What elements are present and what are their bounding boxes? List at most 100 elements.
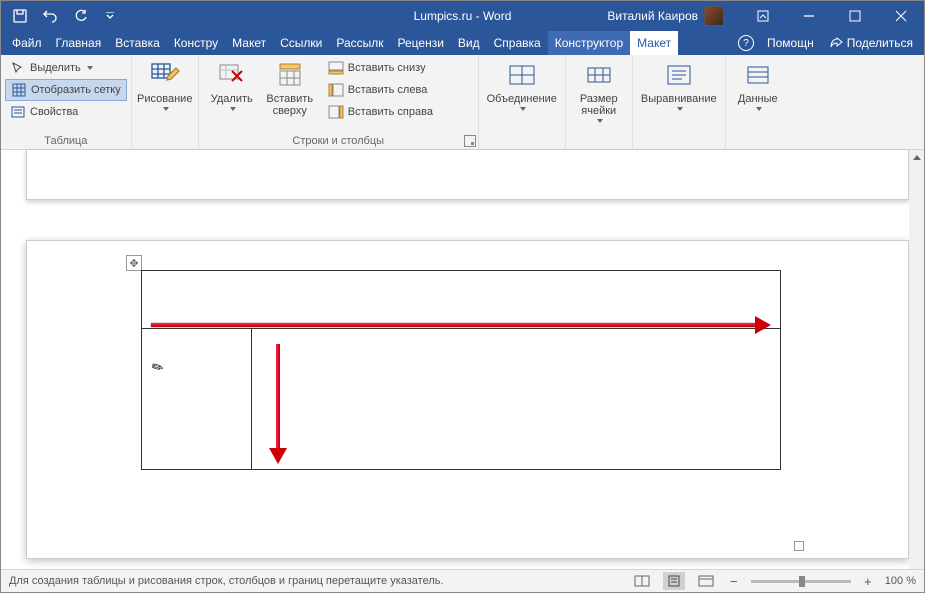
tab-view[interactable]: Вид bbox=[451, 31, 487, 55]
qat-customize[interactable] bbox=[97, 2, 123, 30]
grid-icon bbox=[11, 82, 27, 98]
group-cell-size: Размер ячейки bbox=[566, 55, 633, 149]
ribbon-options-button[interactable] bbox=[740, 1, 786, 31]
alignment-icon bbox=[663, 59, 695, 91]
annotation-arrow-vertical bbox=[273, 344, 283, 464]
merge-button[interactable]: Объединение bbox=[483, 57, 561, 113]
status-bar: Для создания таблицы и рисования строк, … bbox=[1, 569, 924, 592]
properties-icon bbox=[10, 104, 26, 120]
tab-home[interactable]: Главная bbox=[49, 31, 109, 55]
cell-size-label: Размер ячейки bbox=[570, 93, 628, 117]
merge-label: Объединение bbox=[487, 93, 557, 105]
tab-mailings[interactable]: Рассылк bbox=[329, 31, 390, 55]
insert-above-button[interactable]: Вставить сверху bbox=[261, 57, 319, 119]
dialog-launcher-icon[interactable] bbox=[464, 135, 476, 147]
maximize-button[interactable] bbox=[832, 1, 878, 31]
tab-table-design[interactable]: Конструктор bbox=[548, 31, 630, 55]
window-title: Lumpics.ru - Word bbox=[414, 9, 512, 23]
chevron-down-icon bbox=[87, 66, 93, 70]
alignment-button[interactable]: Выравнивание bbox=[637, 57, 721, 113]
table-row[interactable]: ✎ bbox=[142, 329, 780, 469]
chevron-down-icon bbox=[230, 107, 236, 111]
table-cell[interactable] bbox=[252, 329, 780, 469]
group-data: Данные bbox=[726, 55, 790, 149]
tab-layout[interactable]: Макет bbox=[225, 31, 273, 55]
insert-below-button[interactable]: Вставить снизу bbox=[323, 57, 438, 79]
window-controls bbox=[740, 1, 924, 31]
insert-left-label: Вставить слева bbox=[348, 84, 428, 96]
group-table: Выделить Отобразить сетку Свойства Табли… bbox=[1, 55, 132, 149]
page-prev bbox=[26, 150, 909, 200]
chevron-down-icon bbox=[677, 107, 683, 111]
vertical-scrollbar[interactable] bbox=[909, 150, 924, 569]
alignment-label: Выравнивание bbox=[641, 93, 717, 105]
draw-table-button[interactable]: Рисование bbox=[136, 57, 194, 113]
insert-below-icon bbox=[328, 60, 344, 76]
select-button[interactable]: Выделить bbox=[5, 57, 127, 79]
draw-table-icon bbox=[149, 59, 181, 91]
undo-button[interactable] bbox=[37, 2, 63, 30]
document-area: ✥ ✎ bbox=[1, 150, 924, 569]
tab-references[interactable]: Ссылки bbox=[273, 31, 329, 55]
tell-me-icon[interactable]: ? bbox=[738, 35, 754, 51]
quick-access-toolbar bbox=[1, 2, 129, 30]
document-table[interactable]: ✎ bbox=[141, 270, 781, 470]
share-button[interactable]: Поделиться bbox=[823, 36, 920, 50]
group-rows-columns: Удалить Вставить сверху Вставить снизу В… bbox=[199, 55, 479, 149]
tell-me[interactable]: Помощн bbox=[760, 36, 821, 50]
tab-design[interactable]: Констру bbox=[167, 31, 225, 55]
merge-icon bbox=[506, 59, 538, 91]
data-button[interactable]: Данные bbox=[730, 57, 786, 113]
ribbon-tabs: Файл Главная Вставка Констру Макет Ссылк… bbox=[1, 31, 924, 55]
pencil-cursor-icon: ✎ bbox=[149, 357, 168, 378]
tab-help[interactable]: Справка bbox=[487, 31, 548, 55]
insert-right-icon bbox=[328, 104, 344, 120]
print-layout-button[interactable] bbox=[663, 572, 685, 590]
close-button[interactable] bbox=[878, 1, 924, 31]
read-mode-button[interactable] bbox=[631, 572, 653, 590]
ribbon: Выделить Отобразить сетку Свойства Табли… bbox=[1, 55, 924, 150]
insert-left-button[interactable]: Вставить слева bbox=[323, 79, 438, 101]
table-resize-handle[interactable] bbox=[794, 541, 804, 551]
insert-left-icon bbox=[328, 82, 344, 98]
delete-label: Удалить bbox=[211, 93, 253, 105]
annotation-arrow-horizontal bbox=[151, 320, 771, 330]
zoom-slider[interactable] bbox=[751, 580, 851, 583]
group-table-label: Таблица bbox=[5, 133, 127, 149]
tab-file[interactable]: Файл bbox=[5, 31, 49, 55]
gridlines-label: Отобразить сетку bbox=[31, 84, 121, 96]
insert-below-label: Вставить снизу bbox=[348, 62, 426, 74]
zoom-in-button[interactable]: + bbox=[861, 574, 875, 589]
avatar bbox=[704, 6, 724, 26]
table-move-handle[interactable]: ✥ bbox=[126, 255, 142, 271]
web-layout-button[interactable] bbox=[695, 572, 717, 590]
group-merge: Объединение bbox=[479, 55, 566, 149]
chevron-down-icon bbox=[597, 119, 603, 123]
user-name: Виталий Каиров bbox=[607, 9, 698, 23]
chevron-down-icon bbox=[756, 107, 762, 111]
user-account[interactable]: Виталий Каиров bbox=[607, 6, 724, 26]
insert-right-button[interactable]: Вставить справа bbox=[323, 101, 438, 123]
group-rows-cols-label: Строки и столбцы bbox=[203, 133, 474, 149]
autosave-icon[interactable] bbox=[7, 2, 33, 30]
table-cell[interactable]: ✎ bbox=[142, 329, 252, 469]
zoom-out-button[interactable]: − bbox=[727, 574, 741, 589]
insert-above-label: Вставить сверху bbox=[261, 93, 319, 117]
scroll-up-icon[interactable] bbox=[909, 150, 924, 165]
properties-button[interactable]: Свойства bbox=[5, 101, 127, 123]
redo-button[interactable] bbox=[67, 2, 93, 30]
zoom-level[interactable]: 100 % bbox=[885, 575, 916, 587]
group-draw: Рисование bbox=[132, 55, 199, 149]
tab-review[interactable]: Рецензи bbox=[391, 31, 451, 55]
chevron-down-icon bbox=[163, 107, 169, 111]
draw-label: Рисование bbox=[137, 93, 192, 105]
delete-button[interactable]: Удалить bbox=[203, 57, 261, 113]
delete-icon bbox=[216, 59, 248, 91]
properties-label: Свойства bbox=[30, 106, 78, 118]
minimize-button[interactable] bbox=[786, 1, 832, 31]
view-gridlines-button[interactable]: Отобразить сетку bbox=[5, 79, 127, 101]
data-label: Данные bbox=[738, 93, 778, 105]
cell-size-button[interactable]: Размер ячейки bbox=[570, 57, 628, 125]
tab-insert[interactable]: Вставка bbox=[108, 31, 167, 55]
tab-table-layout[interactable]: Макет bbox=[630, 31, 678, 55]
